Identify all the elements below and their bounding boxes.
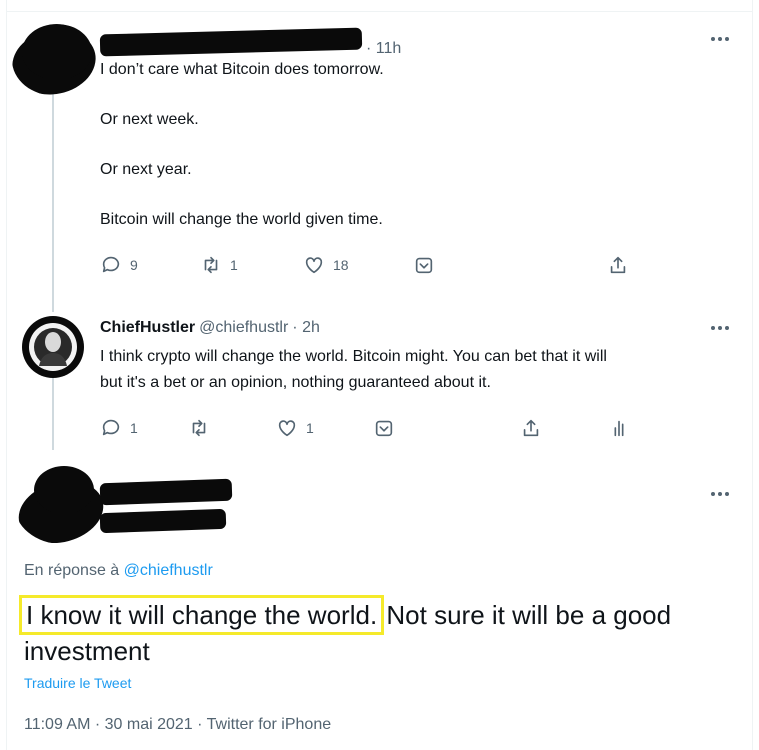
reply-button[interactable]: 1 [100, 417, 138, 439]
handle-redaction [99, 508, 227, 534]
name-redaction [99, 27, 363, 57]
like-icon [278, 420, 296, 437]
share-button[interactable] [520, 417, 542, 439]
dislike-button[interactable] [413, 254, 435, 276]
reply-count: 1 [130, 420, 138, 436]
thread-connector [52, 92, 54, 312]
avatar[interactable] [22, 316, 84, 378]
tweet-line: I don’t care what Bitcoin does tomorrow. [100, 61, 384, 78]
retweet-button[interactable] [188, 417, 218, 439]
main-tweet-text: I know it will change the world. Not sur… [18, 595, 724, 669]
tweet-actions: 1 1 [100, 417, 759, 441]
avatar-redacted[interactable] [14, 464, 110, 544]
share-icon [523, 419, 539, 437]
thread-connector [52, 375, 54, 450]
analytics-button[interactable] [608, 417, 630, 439]
retweet-icon [192, 419, 206, 437]
reply-button[interactable]: 9 [100, 254, 138, 276]
like-icon [305, 257, 323, 274]
name-redaction [99, 478, 233, 506]
dislike-icon [375, 420, 393, 437]
tweet-line: but it's a bet or an opinion, nothing gu… [100, 374, 491, 391]
reply-to-link[interactable]: @chiefhustlr [124, 562, 213, 579]
display-name[interactable]: ChiefHustler [100, 319, 195, 337]
analytics-icon [614, 420, 624, 437]
like-button[interactable]: 18 [303, 254, 349, 276]
more-icon[interactable] [711, 29, 729, 49]
share-icon [610, 256, 626, 274]
avatar-redacted[interactable] [12, 24, 100, 96]
like-button[interactable]: 1 [276, 417, 314, 439]
share-button[interactable] [607, 254, 629, 276]
tweet-line: Or next year. [100, 161, 192, 178]
tweet-actions: 9 1 18 [100, 254, 759, 278]
reply-prefix: En réponse à [24, 562, 120, 579]
reply-icon [102, 419, 120, 436]
divider [6, 11, 753, 12]
more-icon[interactable] [711, 318, 729, 338]
reply-context: En réponse à @chiefhustlr [24, 562, 213, 580]
like-count: 1 [306, 420, 314, 436]
like-count: 18 [333, 257, 349, 273]
retweet-count: 1 [230, 257, 238, 273]
username[interactable]: @chiefhustlr [199, 319, 288, 337]
tweet-line: I think crypto will change the world. Bi… [100, 348, 607, 365]
more-icon[interactable] [711, 484, 729, 504]
highlighted-text: I know it will change the world. [18, 595, 385, 635]
tweet-header: · 11h [99, 27, 401, 58]
reply-icon [102, 256, 120, 273]
translate-link[interactable]: Traduire le Tweet [24, 675, 131, 691]
dislike-icon [415, 257, 433, 274]
tweet-body: I think crypto will change the world. Bi… [100, 344, 740, 396]
tweet-time[interactable]: · 2h [292, 319, 320, 337]
retweet-icon [204, 256, 218, 274]
dislike-button[interactable] [373, 417, 395, 439]
tweet-header: ChiefHustler @chiefhustlr · 2h [100, 319, 320, 337]
tweet-time[interactable]: · 11h [366, 40, 401, 58]
tweet-timestamp[interactable]: 11:09 AM · 30 mai 2021 · Twitter for iPh… [24, 716, 331, 734]
retweet-button[interactable]: 1 [200, 254, 238, 276]
tweet-line: Bitcoin will change the world given time… [100, 211, 383, 228]
tweet-line: Or next week. [100, 111, 199, 128]
avatar-silhouette-icon [29, 323, 77, 371]
tweet-header [99, 478, 233, 534]
tweet-body: I don’t care what Bitcoin does tomorrow.… [100, 58, 720, 232]
reply-count: 9 [130, 257, 138, 273]
